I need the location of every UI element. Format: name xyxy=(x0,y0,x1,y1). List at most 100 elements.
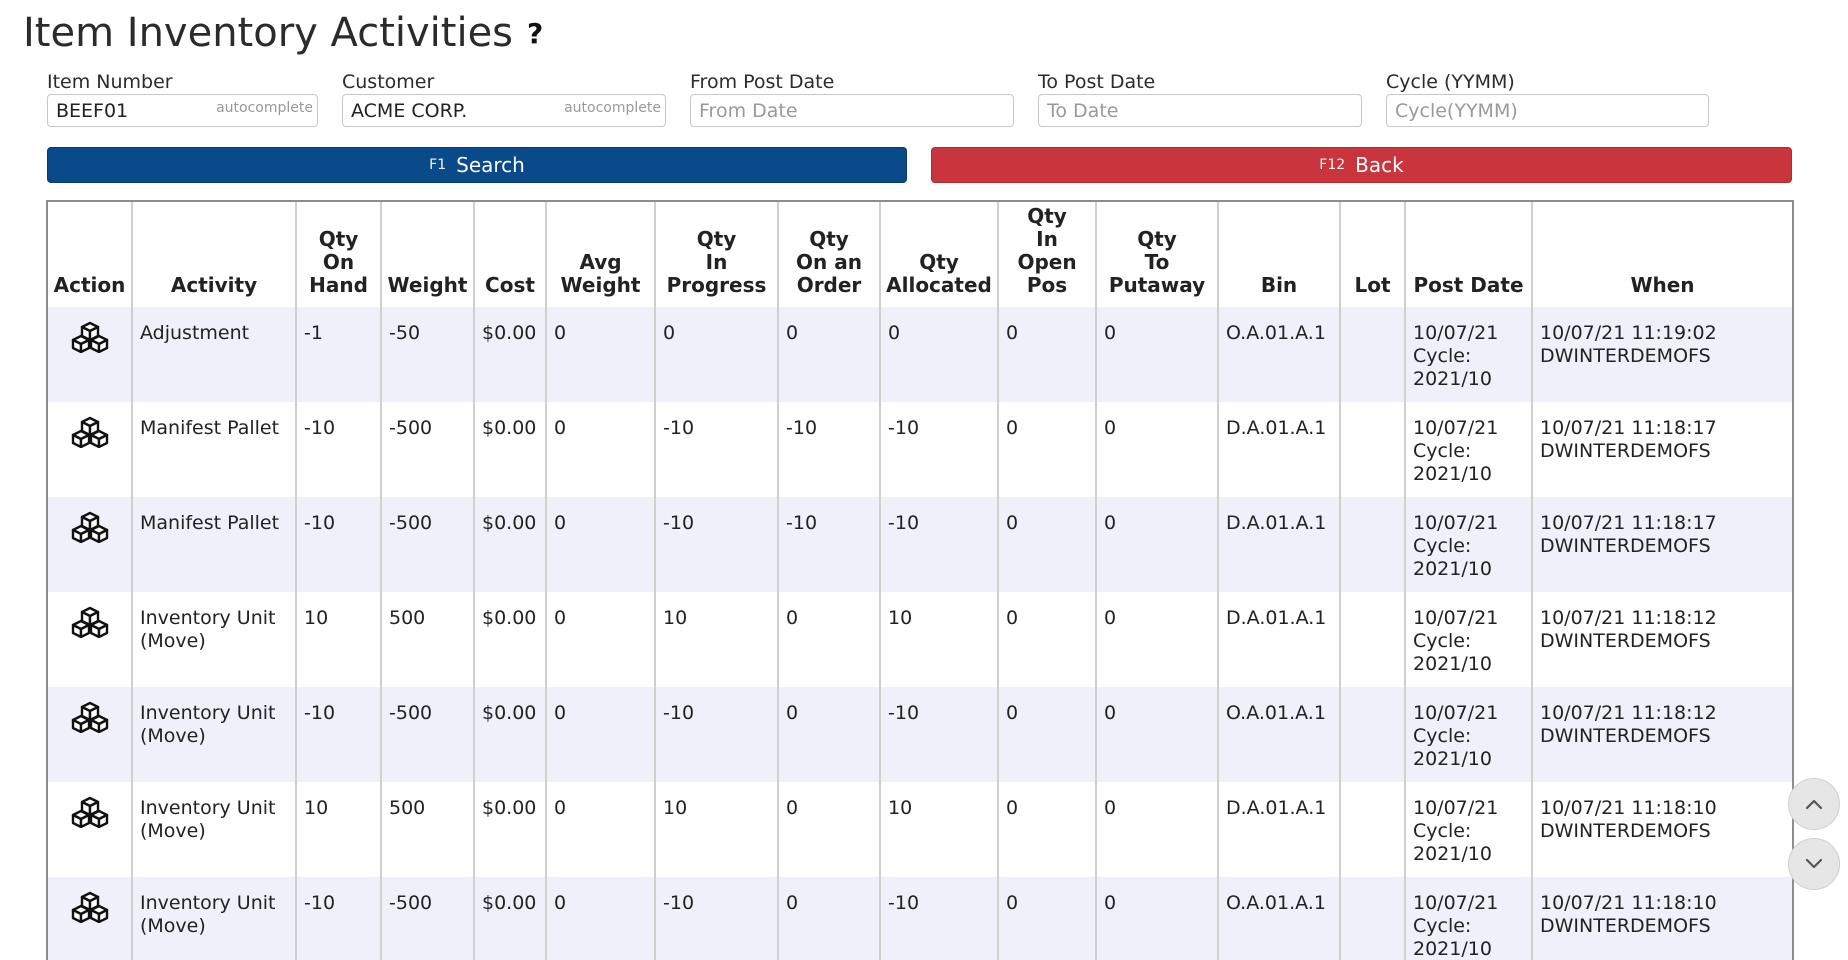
cell-qty-open-pos: 0 xyxy=(997,497,1096,592)
cell-cost: $0.00 xyxy=(473,497,546,592)
customer-box: autocomplete xyxy=(342,94,666,127)
cubes-icon[interactable] xyxy=(71,416,109,454)
cell-weight: 500 xyxy=(380,592,474,687)
cell-lot xyxy=(1339,592,1405,687)
col-qty-allocated: Qty Allocated xyxy=(879,202,998,307)
cell-qty-allocated: -10 xyxy=(879,402,998,497)
cell-activity: Inventory Unit (Move) xyxy=(131,592,296,687)
table-header-row: Action Activity Qty On Hand Weight Cost Av… xyxy=(48,202,1792,307)
table-row: Manifest Pallet -10 -500 $0.00 0 -10 -10 -10 0 0 D… xyxy=(48,497,1792,592)
customer-field: Customer autocomplete xyxy=(342,70,666,127)
col-qty-open-pos: Qty In Open Pos xyxy=(997,202,1096,307)
help-icon[interactable]: ? xyxy=(527,17,543,50)
cell-post-date: 10/07/21 Cycle: 2021/10 xyxy=(1404,497,1532,592)
cell-action xyxy=(48,497,132,592)
cell-qty-on-order: 0 xyxy=(777,687,880,782)
cell-cost: $0.00 xyxy=(473,782,546,877)
cubes-icon[interactable] xyxy=(71,796,109,834)
cell-qty-allocated: 10 xyxy=(879,782,998,877)
chevron-up-icon xyxy=(1805,799,1823,810)
cell-activity: Manifest Pallet xyxy=(131,497,296,592)
item-number-label: Item Number xyxy=(47,71,173,93)
cell-bin: D.A.01.A.1 xyxy=(1217,402,1340,497)
cell-qty-on-order: 0 xyxy=(777,307,880,402)
cell-avg-weight: 0 xyxy=(545,592,655,687)
table-row: Adjustment -1 -50 $0.00 0 0 0 0 0 0 O.A.01.A.1 10/0… xyxy=(48,307,1792,402)
search-button[interactable]: F1 Search xyxy=(47,147,907,183)
cell-weight: -500 xyxy=(380,687,474,782)
cell-post-date: 10/07/21 Cycle: 2021/10 xyxy=(1404,402,1532,497)
cell-qty-open-pos: 0 xyxy=(997,592,1096,687)
cell-post-date: 10/07/21 Cycle: 2021/10 xyxy=(1404,687,1532,782)
cell-lot xyxy=(1339,497,1405,592)
cell-qty-on-hand: -10 xyxy=(295,687,381,782)
cell-avg-weight: 0 xyxy=(545,402,655,497)
cell-qty-putaway: 0 xyxy=(1095,687,1218,782)
item-number-box: autocomplete xyxy=(47,94,318,127)
activities-table-container[interactable]: Action Activity Qty On Hand Weight Cost Av… xyxy=(46,200,1794,960)
cell-qty-on-hand: -10 xyxy=(295,402,381,497)
cubes-icon[interactable] xyxy=(71,511,109,549)
to-post-date-input[interactable] xyxy=(1039,95,1361,126)
from-post-date-input[interactable] xyxy=(691,95,1013,126)
item-number-input[interactable] xyxy=(48,95,317,126)
cell-qty-in-progress: 0 xyxy=(654,307,778,402)
cell-avg-weight: 0 xyxy=(545,687,655,782)
cell-lot xyxy=(1339,402,1405,497)
col-post-date: Post Date xyxy=(1404,202,1532,307)
cell-qty-allocated: 10 xyxy=(879,592,998,687)
cell-qty-on-hand: -10 xyxy=(295,497,381,592)
cell-qty-allocated: 0 xyxy=(879,307,998,402)
col-bin: Bin xyxy=(1217,202,1340,307)
cubes-icon[interactable] xyxy=(71,701,109,739)
cell-qty-on-order: 0 xyxy=(777,782,880,877)
back-shortcut-key: F12 xyxy=(1319,157,1346,173)
search-shortcut-key: F1 xyxy=(429,157,447,173)
scroll-down-button[interactable] xyxy=(1788,838,1840,890)
cell-activity: Inventory Unit (Move) xyxy=(131,687,296,782)
cell-lot xyxy=(1339,307,1405,402)
cubes-icon[interactable] xyxy=(71,606,109,644)
cell-when: 10/07/21 11:18:10 DWINTERDEMOFS xyxy=(1531,782,1792,877)
table-row: Inventory Unit (Move) 10 500 $0.00 0 10 0 10 0 0 D.… xyxy=(48,592,1792,687)
to-post-date-box xyxy=(1038,94,1362,127)
scroll-up-button[interactable] xyxy=(1788,778,1840,830)
cell-cost: $0.00 xyxy=(473,402,546,497)
cell-weight: -500 xyxy=(380,402,474,497)
cell-qty-putaway: 0 xyxy=(1095,402,1218,497)
from-post-date-field: From Post Date xyxy=(690,70,1014,127)
customer-label: Customer xyxy=(342,71,435,93)
cell-bin: O.A.01.A.1 xyxy=(1217,307,1340,402)
col-cost: Cost xyxy=(473,202,546,307)
cubes-icon[interactable] xyxy=(71,891,109,929)
cell-when: 10/07/21 11:19:02 DWINTERDEMOFS xyxy=(1531,307,1792,402)
cubes-icon[interactable] xyxy=(71,321,109,359)
cell-qty-in-progress: -10 xyxy=(654,687,778,782)
cell-activity: Inventory Unit (Move) xyxy=(131,782,296,877)
cell-bin: D.A.01.A.1 xyxy=(1217,592,1340,687)
cell-when: 10/07/21 11:18:17 DWINTERDEMOFS xyxy=(1531,497,1792,592)
back-button[interactable]: F12 Back xyxy=(931,147,1792,183)
cell-lot xyxy=(1339,782,1405,877)
cell-qty-on-hand: 10 xyxy=(295,782,381,877)
col-qty-in-progress: Qty In Progress xyxy=(654,202,778,307)
cell-action xyxy=(48,402,132,497)
cell-when: 10/07/21 11:18:12 DWINTERDEMOFS xyxy=(1531,592,1792,687)
col-qty-on-hand: Qty On Hand xyxy=(295,202,381,307)
from-post-date-label: From Post Date xyxy=(690,71,835,93)
activities-table: Action Activity Qty On Hand Weight Cost Av… xyxy=(48,202,1792,960)
page-title: Item Inventory Activities ? xyxy=(23,10,543,56)
cell-avg-weight: 0 xyxy=(545,782,655,877)
col-qty-on-order: Qty On an Order xyxy=(777,202,880,307)
col-action: Action xyxy=(53,273,126,297)
cell-qty-on-order: 0 xyxy=(777,592,880,687)
to-post-date-field: To Post Date xyxy=(1038,70,1362,127)
table-row: Manifest Pallet -10 -500 $0.00 0 -10 -10 -10 0 0 D… xyxy=(48,402,1792,497)
cell-qty-on-order: -10 xyxy=(777,402,880,497)
cell-qty-putaway: 0 xyxy=(1095,592,1218,687)
cell-bin: O.A.01.A.1 xyxy=(1217,687,1340,782)
cycle-input[interactable] xyxy=(1387,95,1708,126)
col-weight: Weight xyxy=(380,202,474,307)
cell-qty-open-pos: 0 xyxy=(997,307,1096,402)
customer-input[interactable] xyxy=(343,95,665,126)
